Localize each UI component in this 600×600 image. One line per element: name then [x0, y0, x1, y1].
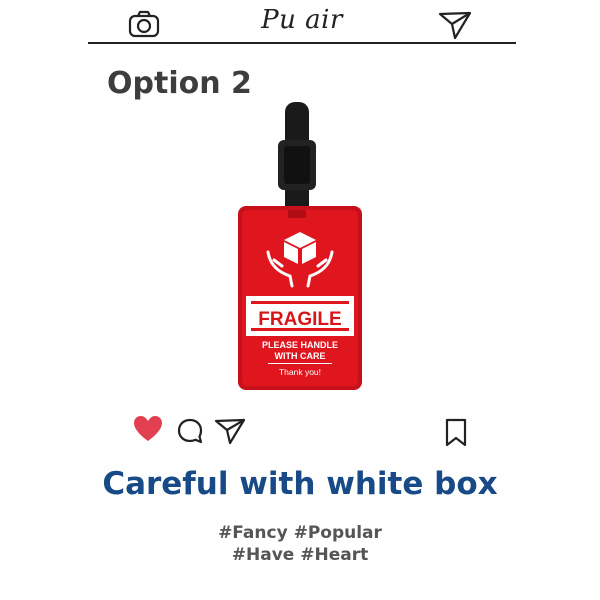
- option-title: Option 2: [107, 66, 252, 101]
- post-caption: Careful with white box: [102, 466, 498, 502]
- fragile-label: FRAGILE: [258, 309, 341, 330]
- paper-plane-icon[interactable]: [438, 10, 472, 40]
- hashtags: #Fancy #Popular #Have #Heart: [0, 522, 600, 566]
- fragile-luggage-tag: FRAGILE PLEASE HANDLE WITH CARE Thank yo…: [238, 102, 362, 390]
- post-actions: [0, 412, 600, 452]
- thanks-label: Thank you!: [279, 367, 321, 377]
- comment-icon[interactable]: [176, 417, 204, 445]
- bookmark-icon[interactable]: [444, 418, 468, 448]
- luggage-tag-image: FRAGILE PLEASE HANDLE WITH CARE Thank yo…: [232, 100, 368, 396]
- share-icon[interactable]: [214, 417, 246, 445]
- header-divider: [88, 42, 516, 44]
- heart-icon[interactable]: [133, 415, 163, 443]
- hashtags-line-2[interactable]: #Have #Heart: [0, 544, 600, 566]
- handle-label-line1: PLEASE HANDLE: [262, 340, 338, 350]
- hashtags-line-1[interactable]: #Fancy #Popular: [0, 522, 600, 544]
- handle-label-line2: WITH CARE: [275, 351, 326, 361]
- top-bar: Pu air: [88, 0, 516, 42]
